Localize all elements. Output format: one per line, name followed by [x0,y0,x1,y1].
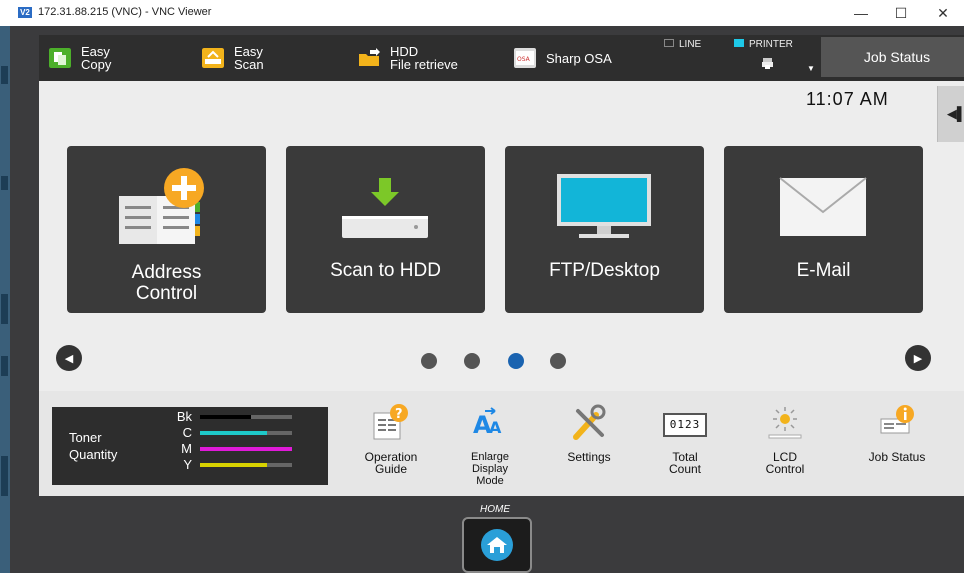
svg-text:?: ? [395,407,403,422]
tile-scan-to-hdd-label: Scan to HDD [330,260,441,281]
desktop-monitor-icon [557,174,651,238]
arrow-right-icon: ▶ [913,352,923,365]
tile-ftp-desktop-label: FTP/Desktop [549,260,660,281]
lcd-control-button[interactable]: LCD Control [745,391,825,496]
side-panel-toggle[interactable]: ◀▌ [937,86,964,142]
arrow-left-icon: ◀ [64,352,74,365]
operation-guide-icon: ? [373,404,408,440]
toner-level-bar-y [200,463,292,467]
toner-level-bar-bk [200,415,292,419]
sharp-osa-button[interactable]: OSA Sharp OSA [514,35,612,81]
toner-level-fill-m [200,447,292,451]
total-count-label: Total Count [668,450,702,476]
desktop-left-edge [0,26,10,573]
enlarge-display-icon: A A [473,407,502,439]
lcd-control-label: LCD Control [765,450,805,476]
page-dot-3[interactable] [508,353,524,369]
sharp-osa-label: Sharp OSA [546,50,612,66]
toner-quantity-title: Toner Quantity [69,430,118,462]
printer-status-icon [762,58,773,69]
enlarge-display-mode-label: Enlarge Display Mode [471,451,509,487]
folder-icon [359,48,380,66]
total-count-button[interactable]: 0123 Total Count [645,391,725,496]
device-screen: Easy Copy Easy Scan HDD File retrieve OS… [10,26,964,573]
toner-level-fill-y [200,463,268,467]
toner-level-fill-c [200,431,268,435]
toner-label-y: Y [183,457,192,472]
printer-indicator: PRINTER [734,39,793,50]
window-title: 172.31.88.215 (VNC) - VNC Viewer [38,6,212,18]
minimize-button[interactable]: — [846,3,876,23]
envelope-icon [779,177,867,236]
window-title-bar: V2 172.31.88.215 (VNC) - VNC Viewer — ☐ … [0,0,964,27]
main-panel: 11:07 AM ◀▌ Address Control Scan to HDD … [39,81,964,391]
job-status-button[interactable]: Job Status [821,37,964,77]
settings-button[interactable]: Settings [549,391,629,496]
easy-copy-icon [49,48,71,68]
toner-quantity-panel: Toner Quantity Bk C M Y [52,407,328,485]
svg-text:OSA: OSA [517,56,531,63]
toner-label-m: M [181,441,192,456]
hdd-file-retrieve-label: HDD File retrieve [390,44,458,72]
home-icon [481,529,513,561]
tile-ftp-desktop[interactable]: FTP/Desktop [505,146,704,313]
line-indicator: LINE [664,39,701,50]
settings-label: Settings [567,450,611,464]
next-page-button[interactable]: ▶ [905,345,931,371]
close-button[interactable]: ✕ [928,3,958,23]
toner-level-bar-c [200,431,292,435]
tile-address-control[interactable]: Address Control [67,146,266,313]
job-status-bottom-label: Job Status [868,450,926,464]
previous-page-button[interactable]: ◀ [56,345,82,371]
page-dot-1[interactable] [421,353,437,369]
collapse-left-icon: ◀▌ [946,106,964,121]
vnc-window: V2 172.31.88.215 (VNC) - VNC Viewer — ☐ … [0,0,964,573]
toner-level-bar-m [200,447,292,451]
sharp-osa-icon: OSA [514,48,536,68]
home-label: HOME [480,504,510,515]
tile-address-control-label: Address Control [131,262,202,304]
easy-copy-label: Easy Copy [81,44,112,72]
settings-icon [573,404,606,440]
tile-e-mail-label: E-Mail [796,260,851,281]
lcd-control-icon [768,407,802,439]
operation-guide-button[interactable]: ? Operation Guide [346,391,436,496]
tile-e-mail[interactable]: E-Mail [724,146,923,313]
tile-scan-to-hdd[interactable]: Scan to HDD [286,146,485,313]
toner-level-fill-bk [200,415,251,419]
toner-label-bk: Bk [176,409,192,424]
page-dot-2[interactable] [464,353,480,369]
job-status-label: Job Status [863,49,931,65]
dropdown-arrow-icon[interactable]: ▼ [807,64,815,73]
total-count-icon: 0123 [663,413,707,437]
operation-guide-label: Operation Guide [364,450,418,476]
vnc-app-icon: V2 [18,7,32,18]
easy-scan-icon [202,48,224,68]
maximize-button[interactable]: ☐ [886,3,916,23]
easy-scan-label: Easy Scan [234,44,264,72]
toner-label-c: C [182,425,192,440]
enlarge-display-mode-button[interactable]: A A Enlarge Display Mode [447,391,533,496]
bottom-bar: Toner Quantity Bk C M Y ? Operation Guide A… [39,391,964,496]
top-bar: Easy Copy Easy Scan HDD File retrieve OS… [39,35,964,81]
home-button[interactable] [462,517,532,573]
job-status-bottom-button[interactable]: Job Status [847,391,947,496]
easy-scan-button[interactable]: Easy Scan [202,35,264,81]
svg-text:A: A [489,418,502,437]
scan-to-hdd-icon [342,178,428,238]
easy-copy-button[interactable]: Easy Copy [49,35,111,81]
hdd-file-retrieve-button[interactable]: HDD File retrieve [358,35,458,81]
job-status-icon [880,405,914,434]
clock: 11:07 AM [806,89,889,109]
page-dot-4[interactable] [550,353,566,369]
address-book-icon [119,168,204,244]
